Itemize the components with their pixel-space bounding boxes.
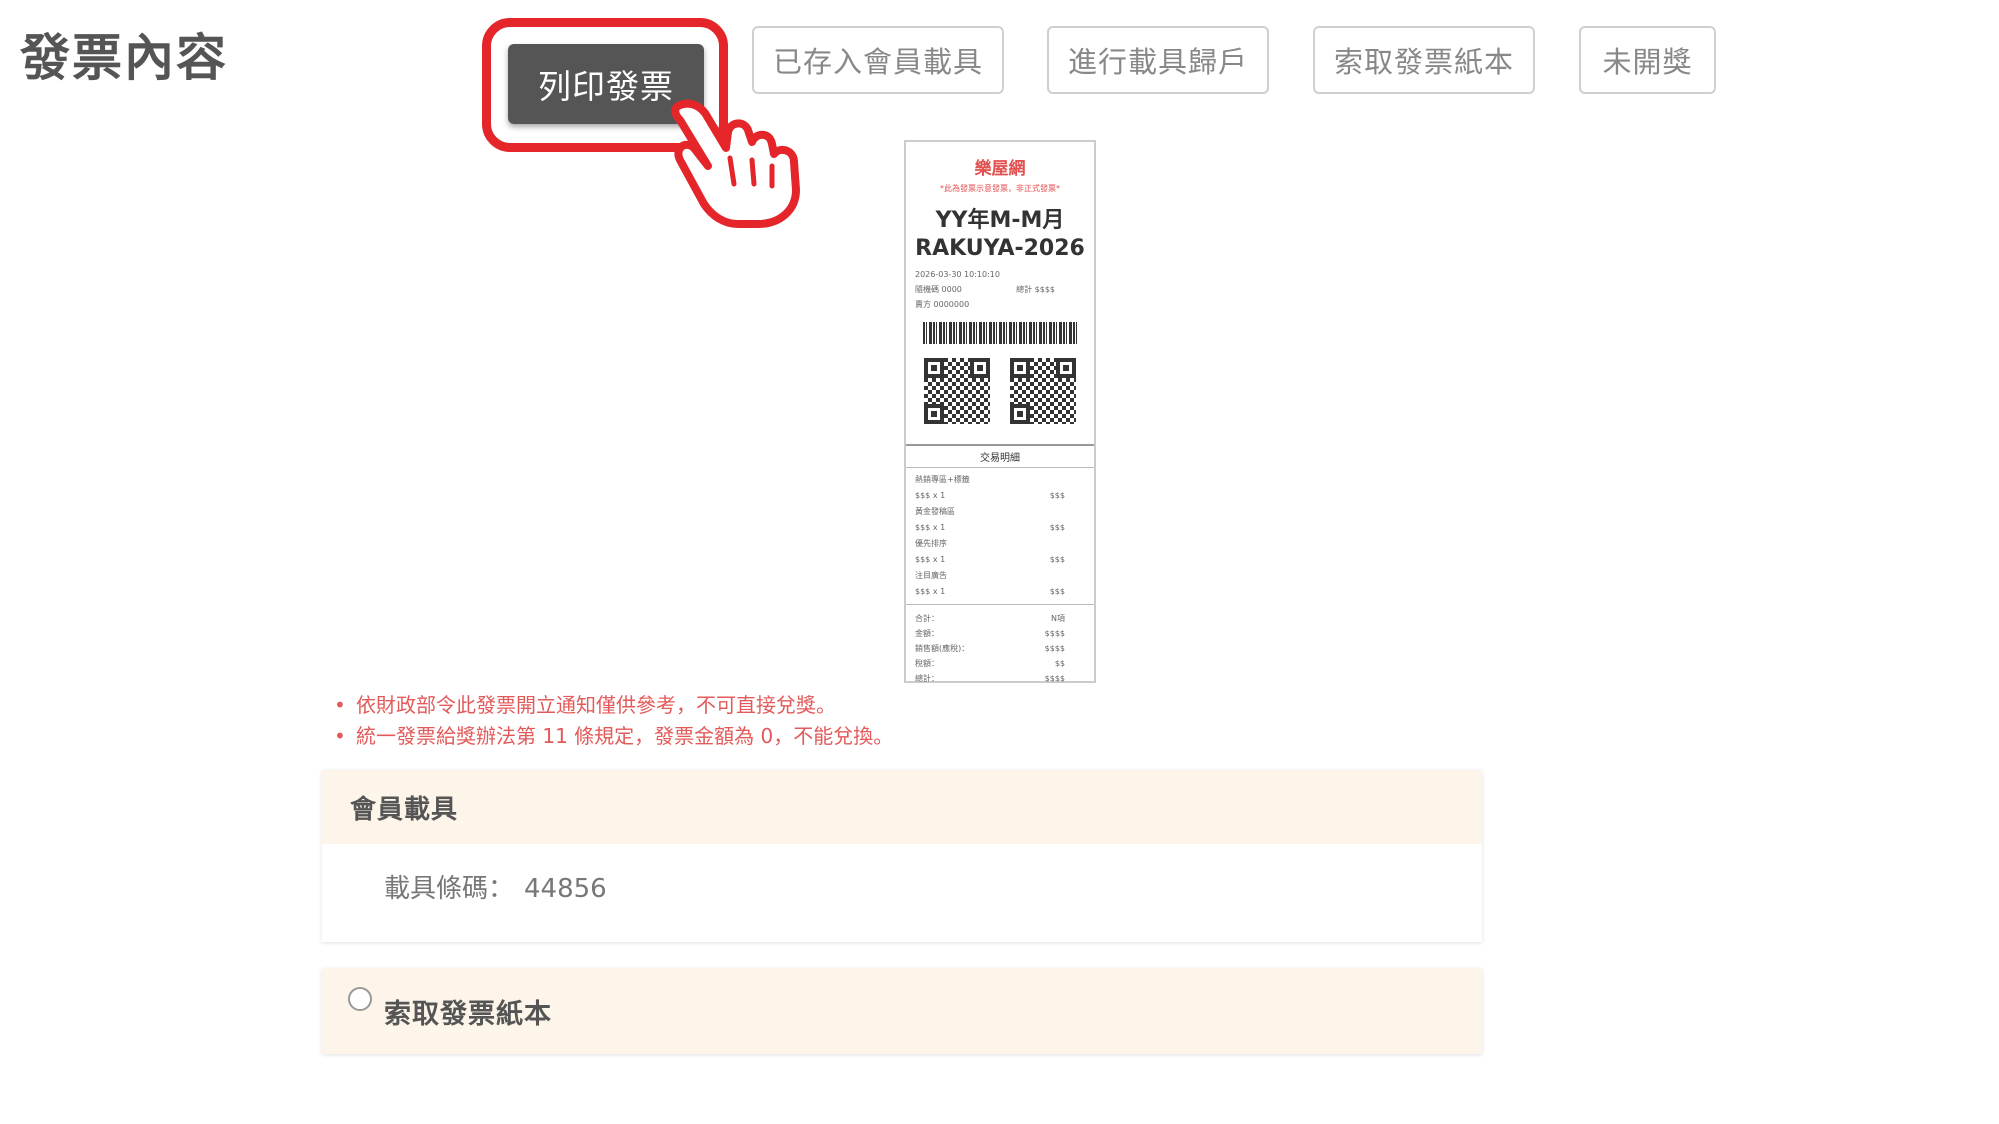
receipt-barcode [923,322,1077,344]
receipt-invoice-number: RAKUYA-2026 [915,236,1085,261]
receipt-note: *此為發票示意發票，非正式發票* [940,184,1060,193]
member-carrier-panel: 會員載具 載具條碼： 44856 [322,770,1482,942]
receipt-brand: 樂屋網 [974,159,1026,179]
radio-unchecked-icon[interactable] [348,987,372,1011]
qr-code-left [924,358,990,424]
carrier-barcode-value: 44856 [524,874,607,904]
hand-pointer-icon [671,99,800,228]
receipt-item: 熱銷專區+標籤 [915,475,970,484]
receipt-seller: 賣方 0000000 [915,300,970,309]
receipt-total-row: 金額： $$$$ [915,629,1065,638]
paper-request-panel[interactable]: 索取發票紙本 [322,968,1482,1054]
notice-item: 統一發票給獎辦法第 11 條規定，發票金額為 0，不能兌換。 [334,721,893,752]
not-drawn-button[interactable]: 未開獎 [1579,26,1716,94]
request-paper-invoice-button[interactable]: 索取發票紙本 [1313,26,1535,94]
receipt-item: 優先排序 [915,539,947,548]
receipt-item: 注目廣告 [915,571,947,580]
paper-request-label[interactable]: 索取發票紙本 [384,992,552,1031]
qr-code-right [1010,358,1076,424]
receipt-period: YY年M-M月 [935,208,1065,233]
receipt-total-row: 稅額： $$ [915,659,1065,668]
receipt-total-row: 合計： N項 [915,614,1065,623]
receipt-section-title: 交易明細 [906,446,1094,468]
page-title: 發票內容 [20,29,228,87]
receipt-total-row: 總計： $$$$ [915,674,1065,683]
notice-item: 依財政部令此發票開立通知僅供參考，不可直接兌獎。 [334,690,893,721]
receipt-item: 黃金發稿區 [915,507,955,516]
receipt-random-code: 隨機碼 0000 [915,285,962,294]
receipt-total-row: 銷售額(應稅)： $$$$ [915,644,1065,653]
receipt-datetime: 2026-03-30 10:10:10 [915,270,1000,279]
receipt-total: 總計 $$$$ [1016,285,1055,294]
carrier-barcode-label: 載具條碼： [384,874,515,904]
invoice-receipt-preview: 樂屋網 *此為發票示意發票，非正式發票* YY年M-M月 RAKUYA-2026… [904,140,1096,683]
carrier-assignment-button[interactable]: 進行載具歸戶 [1047,26,1269,94]
member-carrier-title: 會員載具 [322,770,1482,844]
notice-list: 依財政部令此發票開立通知僅供參考，不可直接兌獎。 統一發票給獎辦法第 11 條規… [334,690,893,752]
stored-member-carrier-button[interactable]: 已存入會員載具 [752,26,1004,94]
